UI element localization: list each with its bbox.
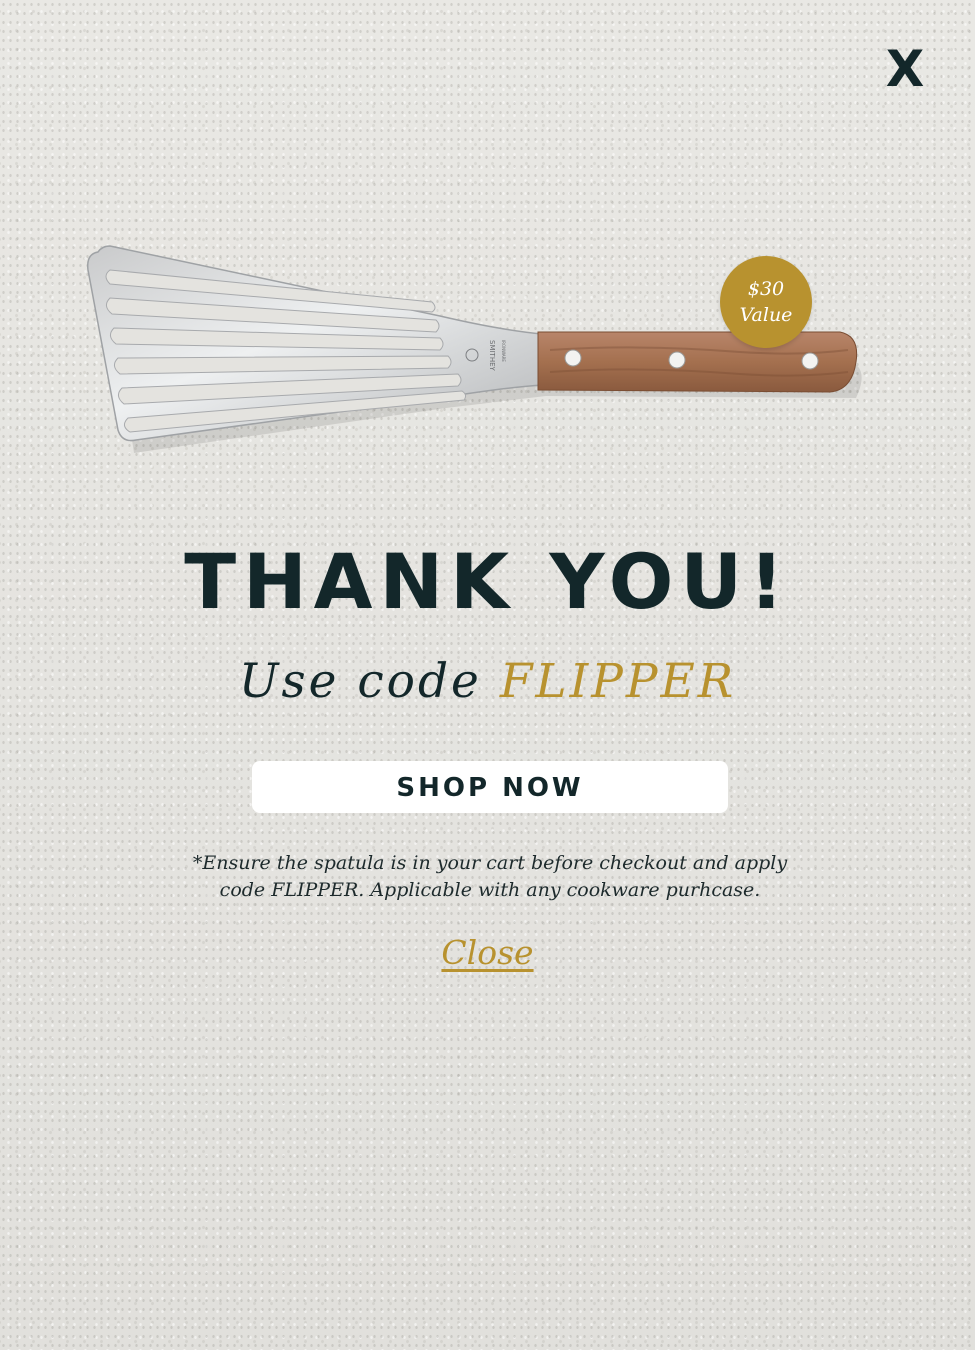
close-x-icon[interactable]: X [884, 44, 926, 94]
value-badge: $30 Value [720, 256, 812, 348]
promo-code-line: Use code FLIPPER [0, 650, 975, 714]
page-title: THANK YOU! [184, 537, 791, 626]
disclaimer-line-1: *Ensure the spatula is in your cart befo… [192, 852, 788, 874]
disclaimer-line-2: code FLIPPER. Applicable with any cookwa… [219, 879, 761, 901]
close-link-wrapper: Close [0, 930, 975, 976]
promo-code: FLIPPER [499, 654, 737, 709]
close-link[interactable]: Close [441, 933, 533, 972]
promo-code-prefix: Use code [238, 654, 482, 709]
disclaimer-text: *Ensure the spatula is in your cart befo… [150, 850, 830, 904]
badge-price: $30 [747, 278, 785, 300]
brand-mark: SMITHEY [488, 340, 496, 372]
shop-now-button[interactable]: SHOP NOW [252, 761, 728, 813]
brand-sub: IRONWARE [501, 340, 506, 362]
badge-label: Value [739, 304, 793, 326]
